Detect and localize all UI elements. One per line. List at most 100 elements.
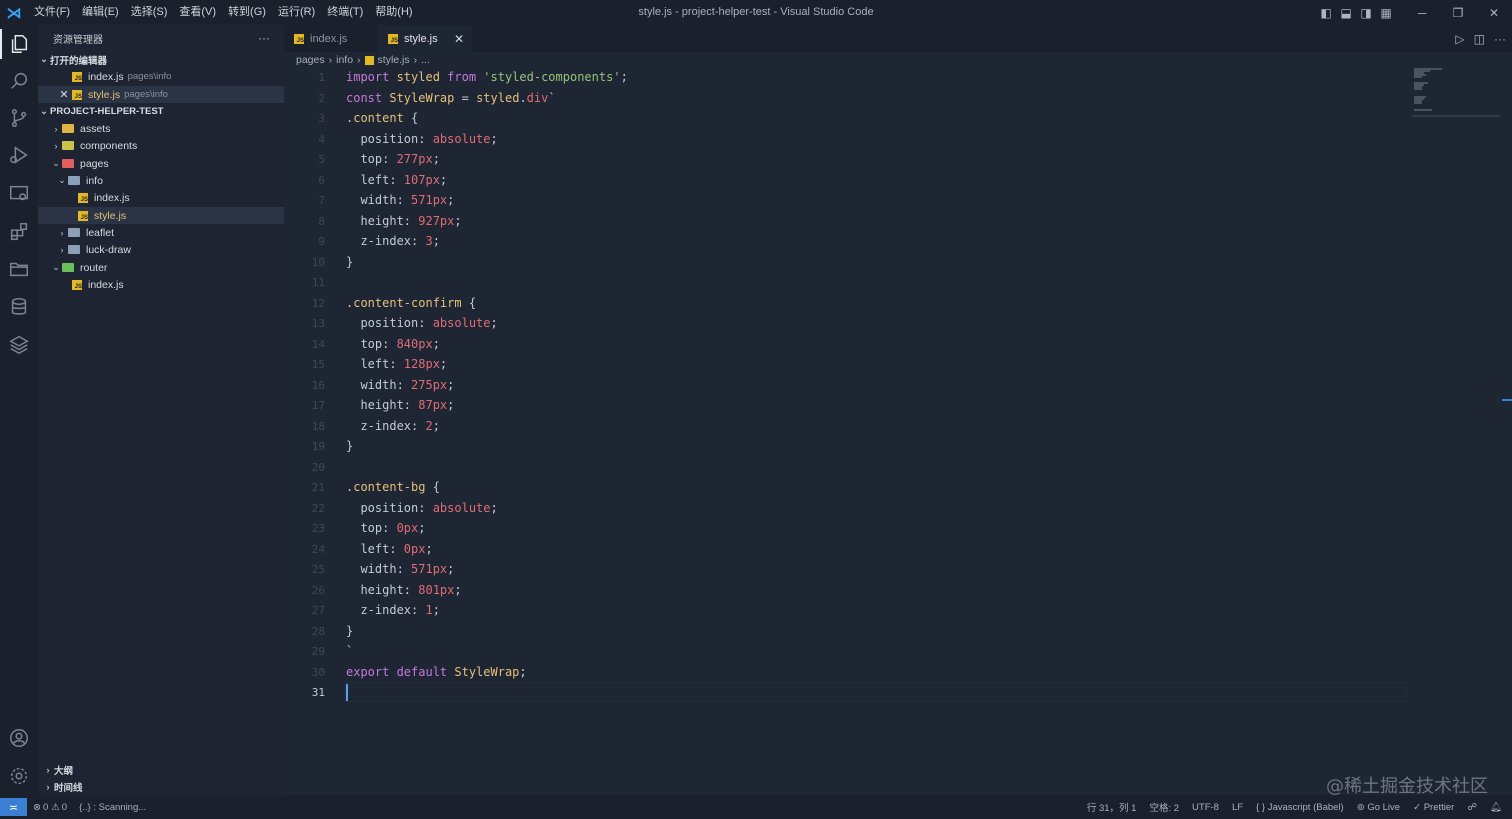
toggle-panel-icon[interactable]: ⬓: [1336, 6, 1356, 20]
tree-folder-pages[interactable]: ⌄ pages: [38, 155, 284, 172]
open-editor-item-active[interactable]: ✕ JS style.js pages\info: [38, 86, 284, 103]
indentation[interactable]: 空格: 2: [1149, 800, 1179, 814]
split-editor-icon[interactable]: ◫: [1474, 32, 1485, 46]
code-line[interactable]: position: absolute;: [346, 501, 497, 515]
error-count[interactable]: 0: [43, 802, 48, 813]
project-section[interactable]: ⌄ PROJECT-HELPER-TEST: [38, 103, 284, 120]
prettier-button[interactable]: ✓ Prettier: [1413, 802, 1454, 813]
more-actions-icon[interactable]: ···: [1494, 32, 1506, 46]
code-line[interactable]: top: 840px;: [346, 337, 440, 351]
run-debug-icon[interactable]: [0, 136, 38, 174]
code-line[interactable]: width: 275px;: [346, 378, 454, 392]
tree-file-style-selected[interactable]: JS style.js: [38, 207, 284, 224]
remote-icon[interactable]: ≍: [0, 798, 27, 816]
layers-icon[interactable]: [0, 325, 38, 363]
menu-go[interactable]: 转到(G): [222, 0, 272, 25]
menu-run[interactable]: 运行(R): [272, 0, 321, 25]
menu-view[interactable]: 查看(V): [173, 0, 222, 25]
feedback-icon[interactable]: ☍: [1467, 802, 1477, 813]
minimap[interactable]: [1412, 66, 1500, 118]
code-line[interactable]: height: 801px;: [346, 583, 461, 597]
menu-edit[interactable]: 编辑(E): [76, 0, 125, 25]
more-actions-icon[interactable]: ···: [258, 31, 270, 45]
run-icon[interactable]: ▷: [1455, 32, 1464, 46]
tree-folder-leaflet[interactable]: › leaflet: [38, 224, 284, 241]
menu-file[interactable]: 文件(F): [28, 0, 76, 25]
go-live-button[interactable]: ⊚ Go Live: [1357, 802, 1400, 813]
warning-icon[interactable]: ⚠: [51, 802, 60, 813]
customize-layout-icon[interactable]: ▦: [1376, 6, 1396, 20]
source-control-icon[interactable]: [0, 99, 38, 137]
code-line[interactable]: .content-confirm {: [346, 296, 476, 310]
cursor-position[interactable]: 行 31，列 1: [1087, 800, 1137, 814]
code-line[interactable]: top: 277px;: [346, 152, 440, 166]
warning-count[interactable]: 0: [62, 802, 67, 813]
code-line[interactable]: left: 128px;: [346, 357, 447, 371]
code-line[interactable]: width: 571px;: [346, 193, 454, 207]
restore-icon[interactable]: ❐: [1440, 6, 1476, 20]
tree-file-router-index[interactable]: JS index.js: [38, 276, 284, 293]
open-editors-section[interactable]: ⌄ 打开的编辑器: [38, 51, 284, 68]
menu-terminal[interactable]: 终端(T): [321, 0, 369, 25]
code-line[interactable]: z-index: 1;: [346, 603, 440, 617]
error-icon[interactable]: ⊗: [33, 802, 41, 813]
code-line[interactable]: }: [346, 255, 353, 269]
vertical-scrollbar[interactable]: [1500, 66, 1512, 795]
database-icon[interactable]: [0, 288, 38, 326]
extensions-icon[interactable]: [0, 213, 38, 251]
outline-section[interactable]: › 大纲: [38, 761, 284, 778]
code-line[interactable]: width: 571px;: [346, 562, 454, 576]
code-line[interactable]: z-index: 2;: [346, 419, 440, 433]
tree-folder-router[interactable]: ⌄ router: [38, 259, 284, 276]
tree-folder-luck-draw[interactable]: › luck-draw: [38, 241, 284, 258]
tab-index-js[interactable]: JS index.js: [284, 25, 378, 52]
breadcrumb-item[interactable]: pages: [296, 54, 325, 66]
breadcrumb-item[interactable]: info: [336, 54, 353, 66]
code-line[interactable]: }: [346, 439, 353, 453]
breadcrumb-item[interactable]: style.js: [378, 54, 410, 66]
code-line[interactable]: z-index: 3;: [346, 234, 440, 248]
close-tab-icon[interactable]: ✕: [454, 32, 464, 46]
code-line[interactable]: position: absolute;: [346, 132, 497, 146]
close-editor-icon[interactable]: ✕: [58, 88, 70, 101]
code-line[interactable]: }: [346, 624, 353, 638]
language-mode[interactable]: { } Javascript (Babel): [1256, 802, 1344, 813]
account-icon[interactable]: [0, 719, 38, 757]
tab-style-js[interactable]: JS style.js ✕: [378, 25, 472, 52]
end-of-line[interactable]: LF: [1232, 802, 1243, 813]
remote-explorer-icon[interactable]: [0, 175, 38, 213]
open-editor-item[interactable]: JS index.js pages\info: [38, 68, 284, 85]
encoding[interactable]: UTF-8: [1192, 802, 1219, 813]
tree-folder-components[interactable]: › components: [38, 137, 284, 154]
menu-help[interactable]: 帮助(H): [369, 0, 418, 25]
code-line[interactable]: .content {: [346, 111, 418, 125]
code-line[interactable]: left: 107px;: [346, 173, 447, 187]
code-line[interactable]: import styled from 'styled-components';: [346, 70, 628, 84]
breadcrumb-item[interactable]: ...: [421, 54, 430, 66]
toggle-primary-sidebar-icon[interactable]: ◧: [1316, 6, 1336, 20]
code-line[interactable]: const StyleWrap = styled.div`: [346, 91, 556, 105]
toggle-secondary-sidebar-icon[interactable]: ◨: [1356, 6, 1376, 20]
code-line[interactable]: top: 0px;: [346, 521, 425, 535]
minimize-icon[interactable]: ─: [1404, 6, 1440, 20]
search-icon[interactable]: [0, 62, 38, 100]
settings-gear-icon[interactable]: [0, 757, 38, 795]
code-line[interactable]: height: 87px;: [346, 398, 454, 412]
tree-file-index[interactable]: JS index.js: [38, 189, 284, 206]
code-line[interactable]: position: absolute;: [346, 316, 497, 330]
code-line[interactable]: export default StyleWrap;: [346, 665, 527, 679]
tree-folder-info[interactable]: ⌄ info: [38, 172, 284, 189]
tree-folder-assets[interactable]: › assets: [38, 120, 284, 137]
notifications-bell-icon[interactable]: 🔔︎: [1490, 802, 1502, 813]
code-line[interactable]: height: 927px;: [346, 214, 461, 228]
explorer-icon[interactable]: [0, 25, 38, 63]
menu-selection[interactable]: 选择(S): [125, 0, 174, 25]
code-line[interactable]: `: [346, 644, 353, 658]
close-window-icon[interactable]: ✕: [1476, 6, 1512, 20]
code-line[interactable]: .content-bg {: [346, 480, 440, 494]
scanning-status[interactable]: {..} : Scanning...: [79, 802, 146, 813]
timeline-section[interactable]: › 时间线: [38, 778, 284, 795]
code-editor[interactable]: 1 2 3 4 5 6 7 8 9 10 11 12 13 14 15 16 17 18 19 20 21 22 23 24 2…: [284, 69, 1414, 795]
folder-manager-icon[interactable]: [0, 250, 38, 288]
code-line[interactable]: left: 0px;: [346, 542, 432, 556]
